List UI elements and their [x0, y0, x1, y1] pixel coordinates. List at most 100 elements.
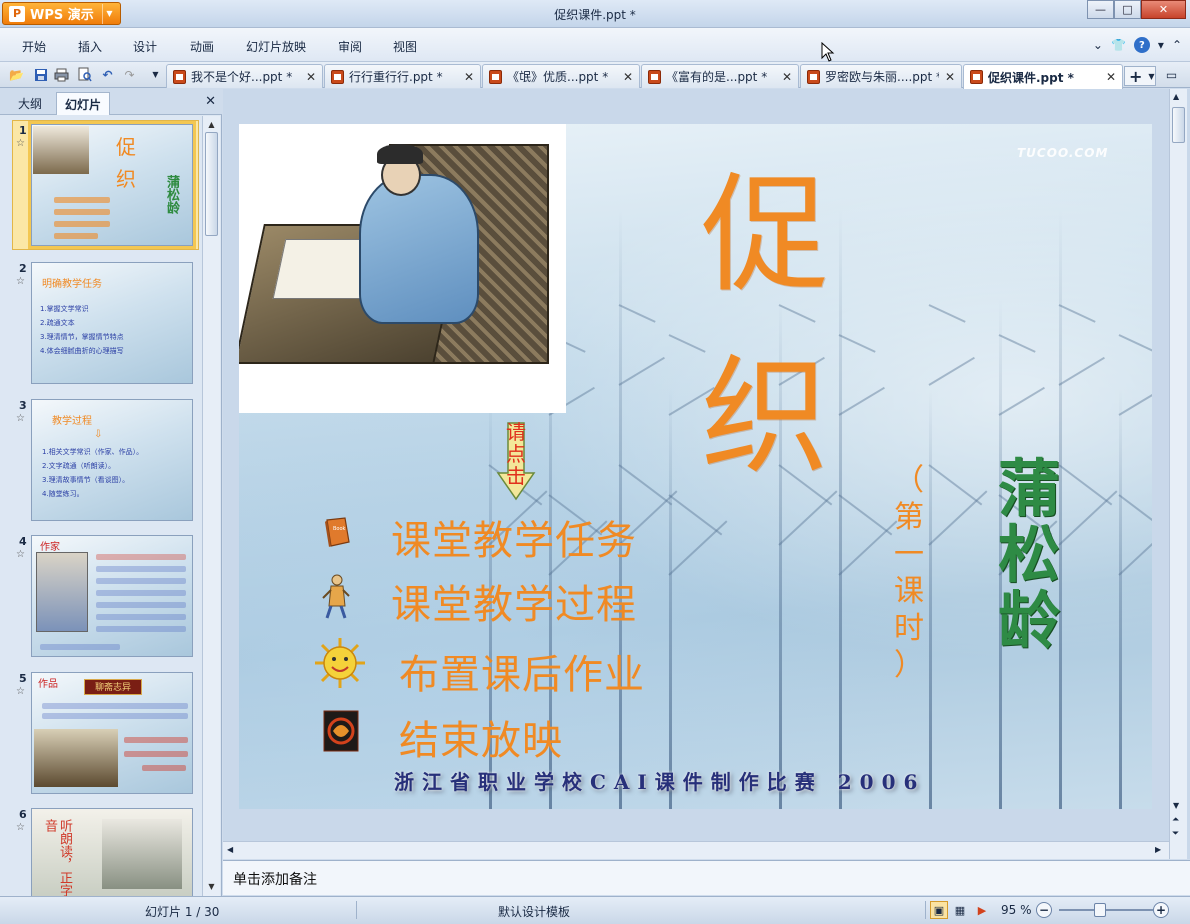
menu-link-lesson-tasks[interactable]: 课堂教学任务	[391, 508, 637, 566]
doc-tab-4[interactable]: 《富有的是...ppt * ✕	[641, 64, 799, 88]
print-preview-icon[interactable]	[76, 66, 93, 83]
slide-thumbnail-image: 促 织 蒲松龄	[28, 121, 196, 249]
open-folder-icon[interactable]: 📂	[8, 66, 25, 83]
ribbon-menu-bar: 开始 插入 设计 动画 幻灯片放映 审阅 视图 ⌄ 👕 ? ▾ ⌃	[0, 28, 1190, 62]
end-emblem-icon[interactable]	[323, 710, 359, 752]
slide-thumbnail-5[interactable]: 5 ☆ 作品 聊斋志异	[0, 672, 202, 797]
tree-branch	[1058, 304, 1096, 323]
lesson-label: （ 第 一 课 时 ）	[891, 462, 927, 684]
minimize-button[interactable]: —	[1087, 0, 1114, 19]
doc-tab-1[interactable]: 我不是个好...ppt * ✕	[166, 64, 323, 88]
scroll-right-icon[interactable]: ▶	[1155, 845, 1161, 854]
close-panel-icon[interactable]: ✕	[205, 94, 216, 109]
undo-icon[interactable]: ↶	[99, 66, 116, 83]
animation-star-icon: ☆	[16, 138, 25, 149]
zoom-in-icon[interactable]: +	[1153, 902, 1169, 918]
scroll-down-icon[interactable]: ▼	[205, 880, 218, 893]
editor-horizontal-scrollbar[interactable]: ◀ ▶	[223, 841, 1169, 859]
author-char: 松	[997, 518, 1060, 591]
scrollbar-thumb[interactable]	[1172, 107, 1185, 143]
scroll-up-icon[interactable]: ▲	[205, 118, 218, 131]
scrollbar-thumb[interactable]	[205, 132, 218, 236]
chevron-down-icon[interactable]: ⌄	[1093, 38, 1103, 52]
new-tab-button[interactable]: + ▼	[1124, 66, 1156, 86]
close-icon[interactable]: ✕	[782, 70, 792, 84]
doc-tab-label: 行行重行行.ppt *	[349, 70, 443, 84]
sun-face-icon[interactable]	[313, 636, 367, 690]
thumb-title: 教学过程	[52, 416, 92, 427]
maximize-button[interactable]: □	[1114, 0, 1141, 19]
tab-list-icon[interactable]: ▭	[1163, 66, 1180, 83]
slide-canvas[interactable]: TUCOO.COM 促 织 （ 第 一 课 时 ） 蒲 松 龄 请 点 击 Bo…	[239, 124, 1152, 809]
panel-tabs: 大纲 幻灯片 ✕	[0, 89, 222, 115]
collapse-ribbon-icon[interactable]: ⌃	[1172, 38, 1182, 52]
doc-tab-label: 《氓》优质...ppt *	[507, 70, 609, 84]
slide-thumbnail-image: 明确教学任务 1.掌握文学常识 2.疏通文本 3.理清情节，掌握情节特点 4.体…	[31, 262, 193, 384]
notes-pane[interactable]: 单击添加备注	[223, 860, 1190, 895]
editor-vertical-scrollbar[interactable]: ▲ ▼ ⏶ ⏷	[1169, 89, 1187, 859]
menu-link-lesson-process[interactable]: 课堂教学过程	[391, 572, 637, 630]
close-icon[interactable]: ✕	[464, 70, 474, 84]
print-icon[interactable]	[53, 66, 70, 83]
running-figure-icon[interactable]	[319, 572, 353, 622]
tree-branch	[838, 386, 885, 416]
slide-thumbnail-2[interactable]: 2 ☆ 明确教学任务 1.掌握文学常识 2.疏通文本 3.理清情节，掌握情节特点…	[0, 262, 202, 387]
slide-title-char: 织	[701, 343, 830, 492]
click-hint[interactable]: 请 点 击	[501, 421, 531, 487]
doc-tab-5[interactable]: 罗密欧与朱丽....ppt * ✕	[800, 64, 962, 88]
tree-branch	[778, 490, 838, 546]
close-icon[interactable]: ✕	[306, 70, 316, 84]
tab-outline[interactable]: 大纲	[10, 92, 50, 115]
tree-branch	[998, 334, 1036, 353]
previous-slide-icon[interactable]: ⏶	[1172, 815, 1179, 825]
close-icon[interactable]: ✕	[623, 70, 633, 84]
tab-slides[interactable]: 幻灯片	[56, 92, 111, 115]
close-icon[interactable]: ✕	[945, 70, 955, 84]
zoom-out-icon[interactable]: −	[1036, 902, 1052, 918]
menu-animation[interactable]: 动画	[190, 38, 214, 55]
author-char: 龄	[997, 584, 1060, 657]
menu-insert[interactable]: 插入	[78, 38, 102, 55]
redo-icon[interactable]: ↷	[121, 66, 138, 83]
slide-thumbnail-1[interactable]: 1 ☆ 促 织 蒲松龄	[0, 120, 202, 250]
ppt-file-icon	[173, 69, 186, 84]
hint-char: 点	[506, 442, 526, 466]
tree-branch	[618, 304, 656, 323]
next-slide-icon[interactable]: ⏷	[1172, 829, 1179, 839]
slide-thumbnail-4[interactable]: 4 ☆ 作家	[0, 535, 202, 660]
chevron-down-icon[interactable]: ▾	[1158, 38, 1164, 52]
toolbar-dropdown-icon[interactable]: ▼	[147, 66, 164, 83]
book-icon[interactable]: Book	[323, 516, 353, 548]
close-icon[interactable]: ✕	[1106, 70, 1116, 84]
zoom-slider-knob[interactable]	[1094, 903, 1106, 917]
tree-trunk	[669, 389, 672, 809]
tree-branch	[1058, 464, 1113, 506]
lesson-char: （	[894, 463, 924, 498]
doc-tab-2[interactable]: 行行重行行.ppt * ✕	[324, 64, 481, 88]
menu-design[interactable]: 设计	[133, 38, 157, 55]
menu-view[interactable]: 视图	[393, 38, 417, 55]
zoom-slider-track[interactable]	[1059, 909, 1153, 911]
scroll-up-icon[interactable]: ▲	[1173, 92, 1179, 101]
scroll-left-icon[interactable]: ◀	[227, 845, 233, 854]
slide-thumbnail-3[interactable]: 3 ☆ 教学过程 ⇩ 1.相关文学常识（作家、作品）。 2.文字疏通（听朗读）。…	[0, 399, 202, 524]
close-window-button[interactable]: ✕	[1141, 0, 1186, 19]
menu-slideshow[interactable]: 幻灯片放映	[246, 38, 306, 55]
doc-tab-3[interactable]: 《氓》优质...ppt * ✕	[482, 64, 640, 88]
menu-link-homework[interactable]: 布置课后作业	[399, 642, 645, 700]
thumbnail-scrollbar[interactable]: ▲ ▼	[202, 116, 220, 896]
slideshow-view-icon[interactable]: ▶	[973, 901, 991, 919]
slide-thumbnail-6[interactable]: 6 ☆ 听朗读，正字音	[0, 808, 202, 896]
thumb-text: 3.理清故事情节（看谈图）。	[42, 476, 130, 484]
doc-tab-active[interactable]: 促织课件.ppt * ✕	[963, 64, 1123, 89]
normal-view-icon[interactable]: ▣	[930, 901, 948, 919]
save-icon[interactable]	[32, 66, 49, 83]
menu-link-end-show[interactable]: 结束放映	[399, 708, 563, 766]
help-icon[interactable]: ?	[1133, 37, 1150, 53]
skin-shirt-icon[interactable]: 👕	[1111, 38, 1126, 52]
notes-placeholder[interactable]: 单击添加备注	[233, 869, 317, 889]
slide-sorter-view-icon[interactable]: ▦	[951, 901, 969, 919]
menu-home[interactable]: 开始	[22, 38, 46, 55]
menu-review[interactable]: 审阅	[338, 38, 362, 55]
scroll-down-icon[interactable]: ▼	[1173, 801, 1179, 810]
